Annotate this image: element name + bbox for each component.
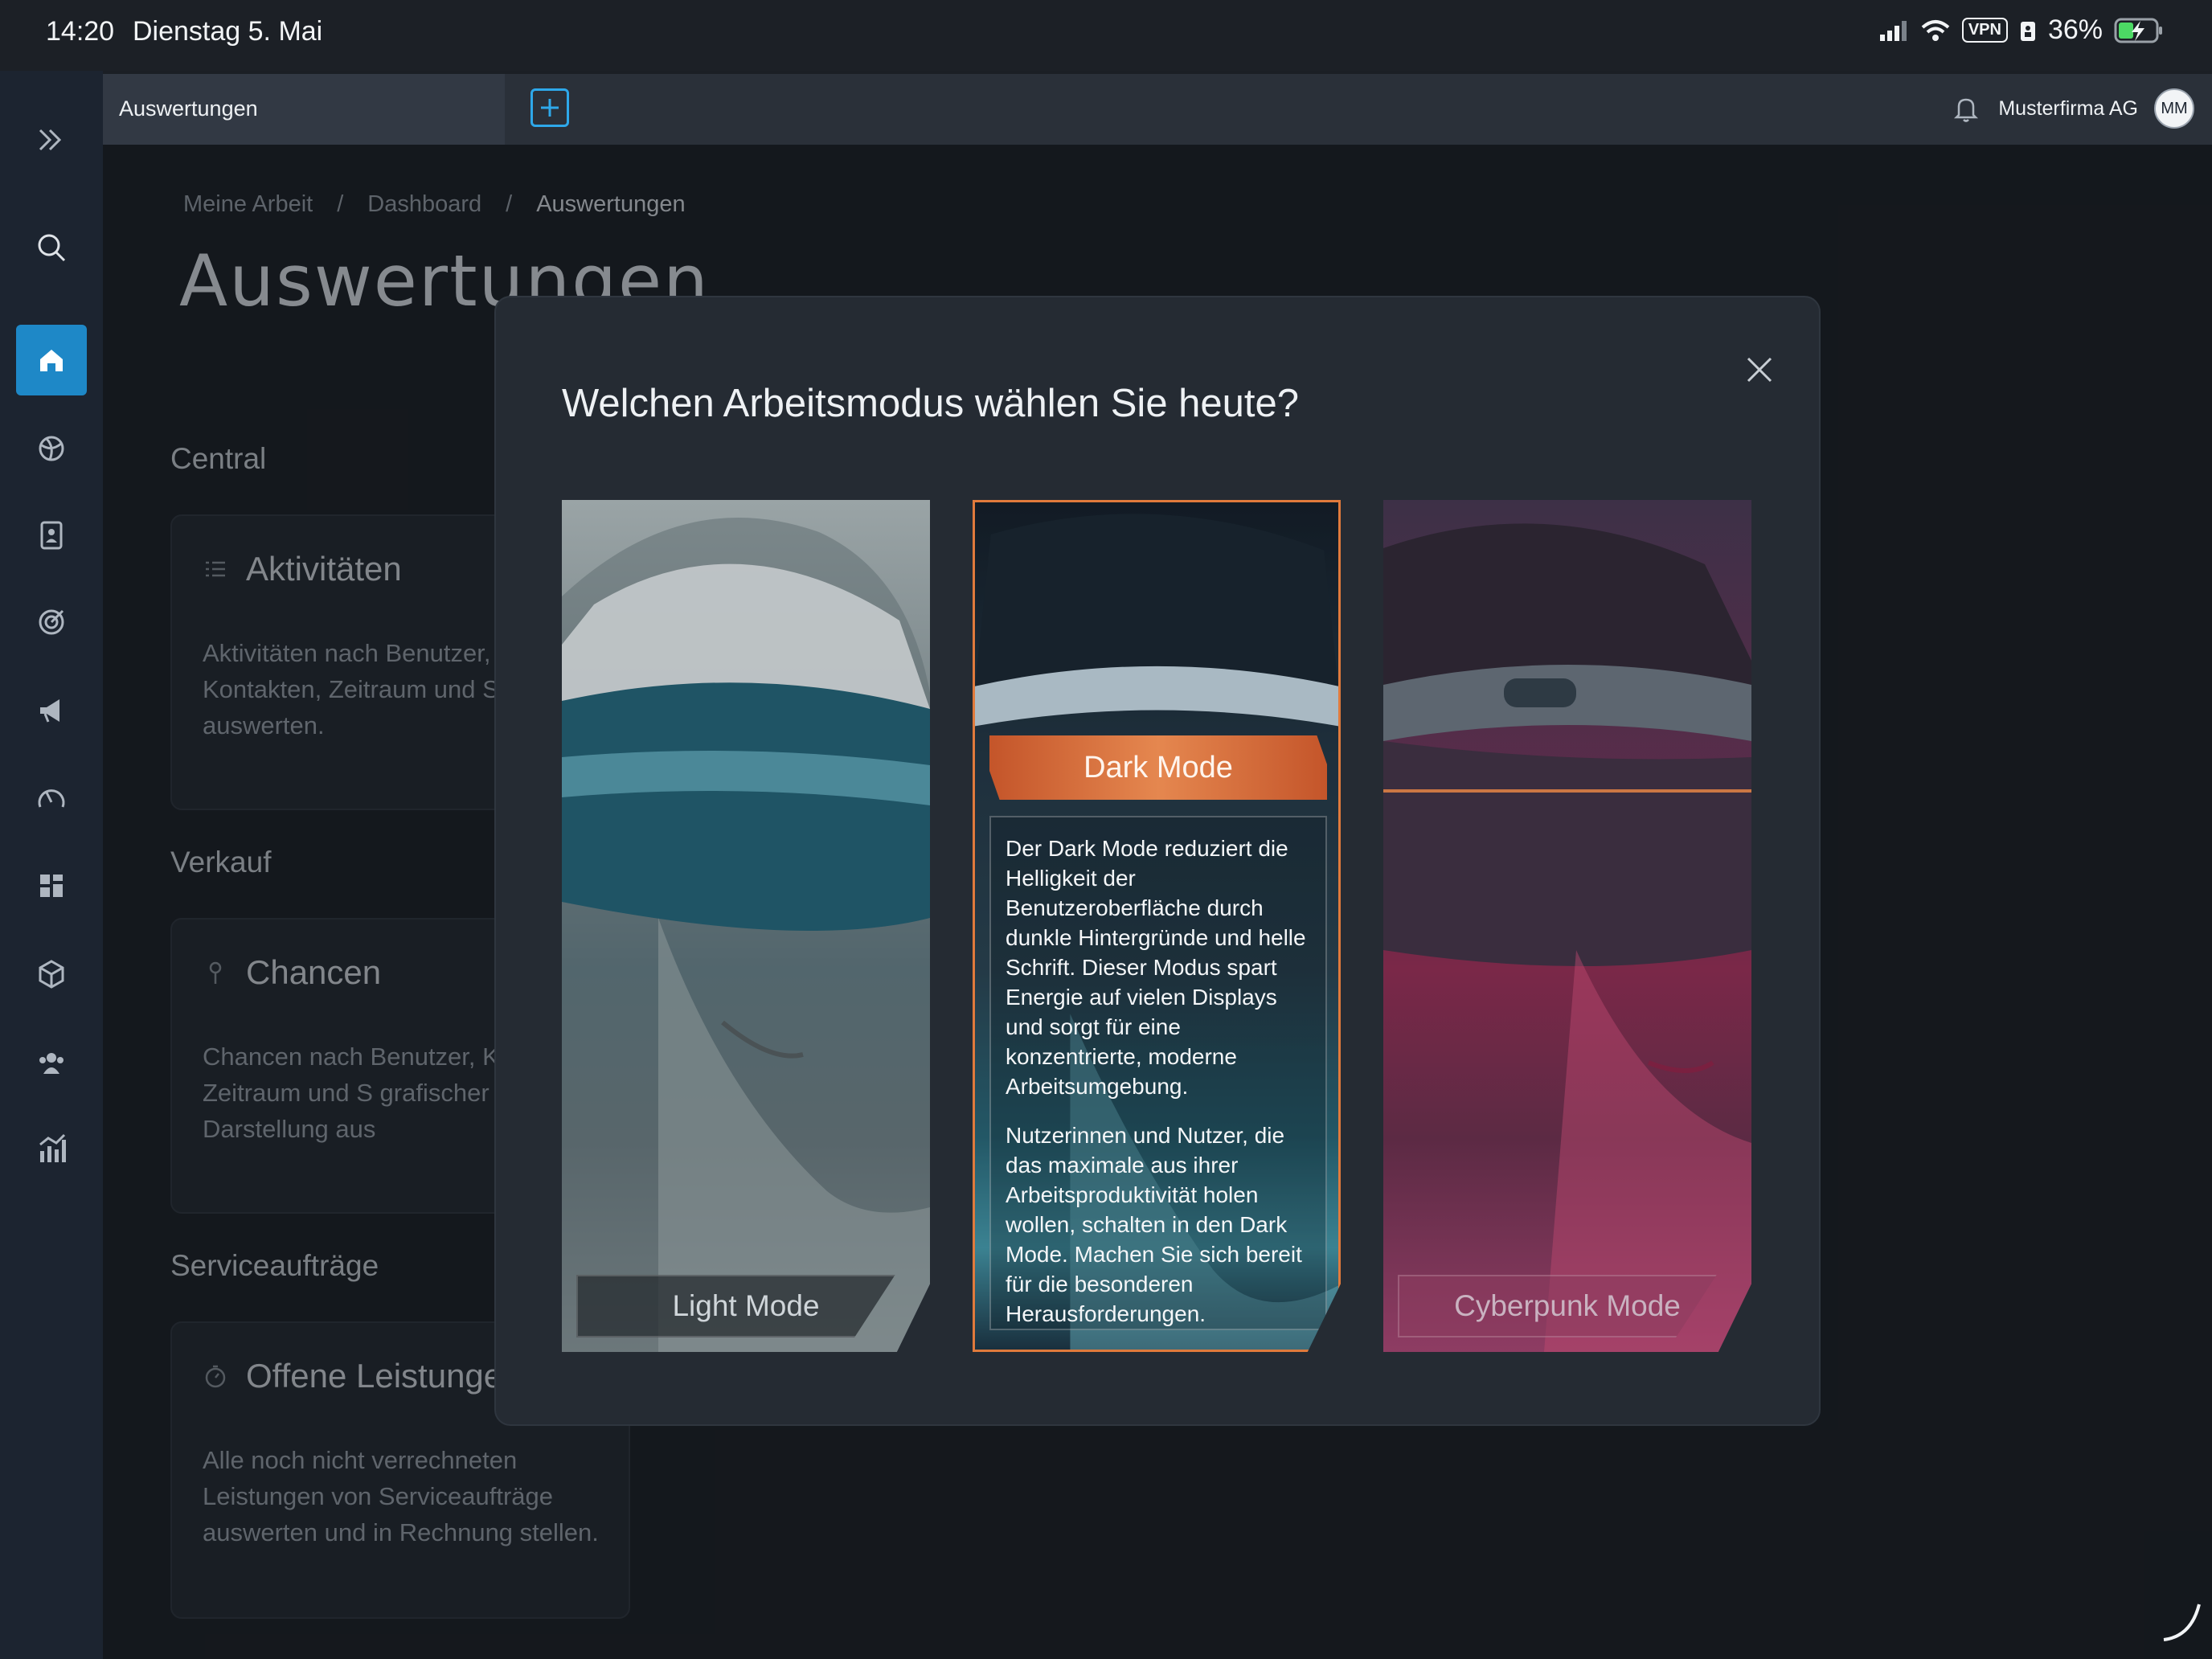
side-navigation bbox=[0, 71, 103, 1659]
box-icon[interactable] bbox=[16, 939, 87, 1010]
dialog-title: Welchen Arbeitsmodus wählen Sie heute? bbox=[562, 382, 1300, 425]
expand-icon[interactable] bbox=[16, 104, 87, 175]
company-name[interactable]: Musterfirma AG bbox=[1998, 97, 2138, 121]
tab-bar-actions: Musterfirma AG MM bbox=[1950, 88, 2194, 129]
contacts-icon[interactable] bbox=[16, 500, 87, 571]
cellular-icon bbox=[1879, 20, 1907, 41]
battery-percent: 36% bbox=[2047, 14, 2103, 45]
target-icon[interactable] bbox=[16, 587, 87, 657]
gauge-icon[interactable] bbox=[16, 764, 87, 834]
plus-icon bbox=[541, 99, 559, 117]
wifi-icon bbox=[1921, 19, 1950, 41]
light-mode-card[interactable]: Light Mode bbox=[562, 500, 930, 1352]
globe-icon[interactable] bbox=[16, 413, 87, 484]
board-icon[interactable] bbox=[16, 850, 87, 921]
team-icon[interactable] bbox=[16, 1027, 87, 1098]
megaphone-icon[interactable] bbox=[16, 675, 87, 746]
lock-icon bbox=[2020, 21, 2035, 41]
bell-icon[interactable] bbox=[1950, 92, 1982, 125]
close-icon bbox=[1747, 357, 1772, 383]
cyberpunk-mode-card[interactable]: Cyberpunk Mode bbox=[1383, 500, 1751, 1352]
dark-mode-label: Dark Mode bbox=[989, 735, 1327, 800]
dark-mode-card[interactable]: Dark Mode Der Dark Mode reduziert die He… bbox=[973, 500, 1341, 1352]
dark-mode-description-1: Der Dark Mode reduziert die Helligkeit d… bbox=[1006, 836, 1306, 1099]
status-bar: 14:20 Dienstag 5. Mai VPN 36% bbox=[0, 0, 2212, 71]
add-tab-button[interactable] bbox=[530, 88, 569, 127]
tab-bar: Auswertungen Musterfirma AG MM bbox=[103, 74, 2212, 145]
status-date: Dienstag 5. Mai bbox=[133, 16, 323, 47]
dark-mode-description-2: Nutzerinnen und Nutzer, die das maximale… bbox=[1006, 1123, 1302, 1326]
dark-mode-description: Der Dark Mode reduziert die Helligkeit d… bbox=[989, 816, 1327, 1330]
status-time: 14:20 bbox=[46, 16, 115, 47]
vr-portrait-cyberpunk-image bbox=[1383, 523, 1751, 1352]
home-icon[interactable] bbox=[16, 325, 87, 395]
avatar[interactable]: MM bbox=[2154, 88, 2194, 129]
close-button[interactable] bbox=[1735, 346, 1784, 394]
vpn-badge: VPN bbox=[1961, 18, 2008, 43]
vr-portrait-light-image bbox=[562, 518, 930, 1352]
analytics-icon[interactable] bbox=[16, 1114, 87, 1185]
status-indicators: VPN 36% bbox=[1878, 14, 2164, 46]
tab-auswertungen[interactable]: Auswertungen bbox=[103, 74, 505, 145]
home-indicator-icon bbox=[2163, 1604, 2201, 1641]
tab-label: Auswertungen bbox=[119, 96, 258, 121]
battery-charging-icon bbox=[2114, 18, 2162, 43]
work-mode-dialog: Welchen Arbeitsmodus wählen Sie heute? L… bbox=[494, 296, 1821, 1426]
search-icon[interactable] bbox=[16, 212, 87, 283]
